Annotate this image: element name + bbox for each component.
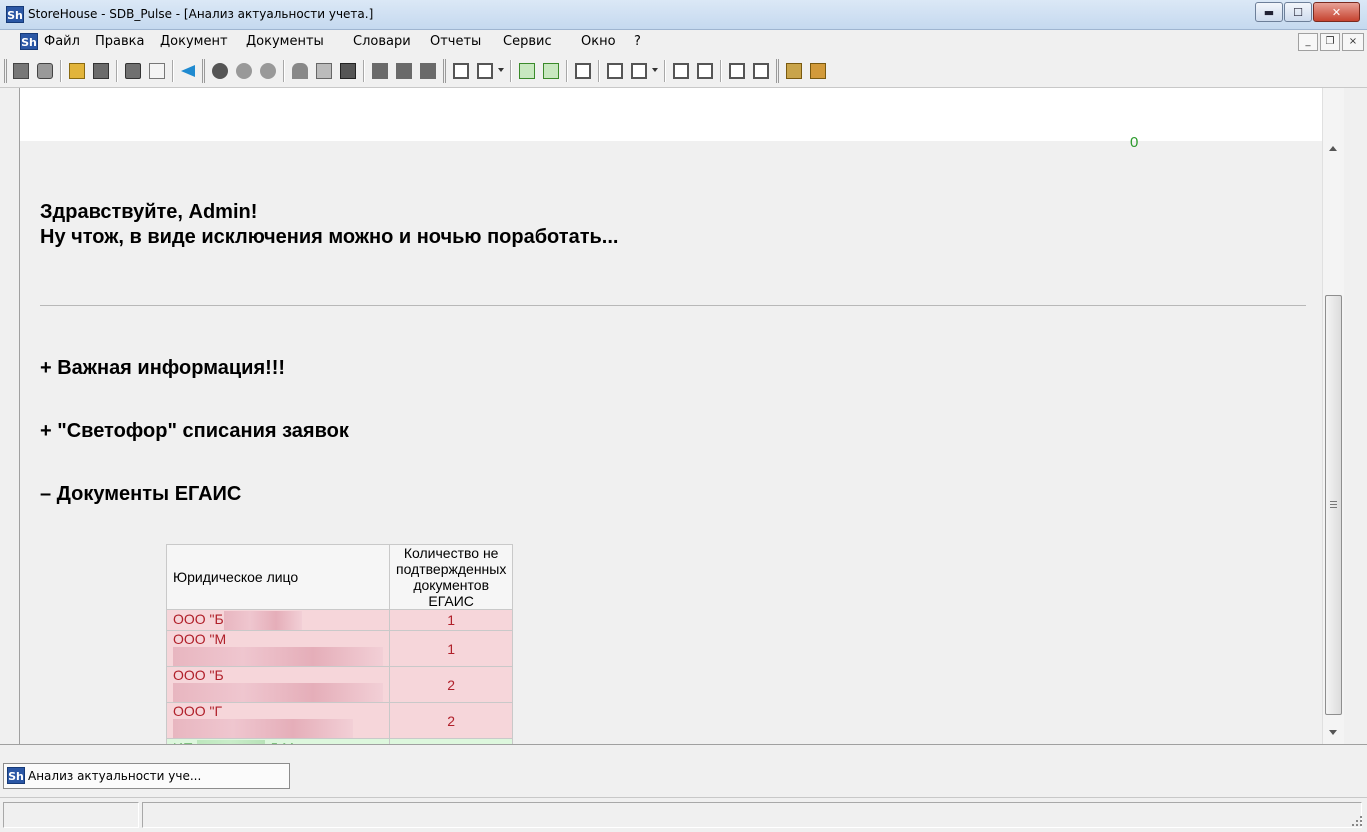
minimize-button[interactable]: ▬: [1255, 2, 1283, 22]
greeting-line-1: Здравствуйте, Admin!: [40, 201, 258, 223]
menu-dictionaries[interactable]: Словари: [353, 34, 411, 49]
transfer-icon[interactable]: [810, 63, 826, 79]
grid-icon[interactable]: [673, 63, 689, 79]
scroll-down-icon[interactable]: [1329, 730, 1337, 735]
grid-add-icon[interactable]: [697, 63, 713, 79]
greeting-line-2: Ну чтож, в виде исключения можно и ночью…: [40, 226, 619, 248]
find-icon[interactable]: [212, 63, 228, 79]
scroll-up-icon[interactable]: [1329, 146, 1337, 151]
menu-window[interactable]: Окно: [581, 34, 616, 49]
close-button[interactable]: ✕: [1313, 2, 1360, 22]
paste-icon[interactable]: [340, 63, 356, 79]
report-icon[interactable]: [607, 63, 623, 79]
redacted-block: [173, 719, 353, 738]
open-folder-icon[interactable]: [69, 63, 85, 79]
menu-document[interactable]: Документ: [160, 34, 228, 49]
copy-icon[interactable]: [316, 63, 332, 79]
menu-documents[interactable]: Документы: [246, 34, 324, 49]
back-arrow-icon[interactable]: [181, 65, 195, 77]
toolbar: [0, 54, 1367, 88]
redacted-block: [173, 683, 383, 702]
table-row[interactable]: ООО "Б 2: [166, 666, 514, 703]
mdi-restore-button[interactable]: ❐: [1320, 33, 1340, 51]
document-list-dropdown-icon[interactable]: [498, 68, 504, 72]
column-header-count: Количество не подтвержденных документов …: [388, 544, 514, 610]
find-next-icon[interactable]: [236, 63, 252, 79]
scroll-thumb[interactable]: [1325, 295, 1342, 715]
unconfirmed-count: 1: [388, 609, 514, 631]
app-logo-icon: Sh: [7, 767, 25, 784]
delete-record-icon[interactable]: [420, 63, 436, 79]
menu-help[interactable]: ?: [634, 34, 641, 49]
mdi-frame-left: [0, 88, 20, 744]
edit-record-icon[interactable]: [396, 63, 412, 79]
section-egais-documents[interactable]: – Документы ЕГАИС: [40, 483, 241, 506]
title-bar: Sh StoreHouse - SDB_Pulse - [Анализ акту…: [0, 0, 1367, 30]
status-panel-2: [142, 802, 1362, 828]
add-record-icon[interactable]: [372, 63, 388, 79]
print-preview-icon[interactable]: [149, 63, 165, 79]
vertical-scrollbar[interactable]: [1322, 88, 1344, 744]
entity-name: ООО "М: [173, 631, 227, 647]
menu-bar: Sh Файл Правка Документ Документы Словар…: [0, 30, 1367, 54]
toolbar-grip[interactable]: [4, 59, 7, 83]
egais-table: Юридическое лицо Количество не подтвержд…: [166, 544, 514, 760]
unconfirmed-count: 2: [388, 666, 514, 703]
menu-reports[interactable]: Отчеты: [430, 34, 481, 49]
window-list-bar: Sh Анализ актуальности уче...: [0, 744, 1367, 797]
maximize-button[interactable]: ☐: [1284, 2, 1312, 22]
approve-icon[interactable]: [519, 63, 535, 79]
resize-grip-icon[interactable]: [1348, 812, 1364, 828]
window-title: StoreHouse - SDB_Pulse - [Анализ актуаль…: [28, 7, 374, 21]
entity-name: ООО "Б: [173, 667, 224, 683]
document-icon[interactable]: [453, 63, 469, 79]
table-header-row: Юридическое лицо Количество не подтвержд…: [166, 544, 514, 610]
top-value: 0: [1130, 134, 1139, 151]
entity-name: ООО "Б: [173, 610, 224, 627]
document-list-icon[interactable]: [477, 63, 493, 79]
report-add-dropdown-icon[interactable]: [652, 68, 658, 72]
cut-icon[interactable]: [292, 63, 308, 79]
table-row[interactable]: ООО "Г 2: [166, 702, 514, 739]
status-panel-1: [3, 802, 139, 828]
unconfirmed-count: 2: [388, 702, 514, 739]
menu-edit[interactable]: Правка: [95, 34, 144, 49]
mdi-frame-right: [1344, 88, 1367, 744]
redacted-block: [223, 610, 302, 630]
list-icon[interactable]: [13, 63, 29, 79]
app-logo-icon: Sh: [6, 6, 24, 23]
save-icon[interactable]: [93, 63, 109, 79]
window-tab-analysis[interactable]: Sh Анализ актуальности уче...: [3, 763, 290, 789]
unconfirmed-count: 1: [388, 630, 514, 667]
menu-file[interactable]: Файл: [44, 34, 80, 49]
grid-view-add-icon[interactable]: [753, 63, 769, 79]
find-previous-icon[interactable]: [260, 63, 276, 79]
report-add-icon[interactable]: [631, 63, 647, 79]
mdi-minimize-button[interactable]: _: [1298, 33, 1318, 51]
table-row[interactable]: ООО "М 1: [166, 630, 514, 667]
divider: [40, 305, 1306, 306]
status-bar: [0, 797, 1367, 832]
section-important-info[interactable]: + Важная информация!!!: [40, 357, 285, 380]
window-tab-label: Анализ актуальности уче...: [28, 769, 202, 783]
redacted-block: [173, 647, 383, 666]
grid-view-icon[interactable]: [729, 63, 745, 79]
approve-all-icon[interactable]: [543, 63, 559, 79]
mdi-app-icon[interactable]: Sh: [20, 33, 38, 50]
section-traffic-light[interactable]: + "Светофор" списания заявок: [40, 420, 349, 443]
properties-icon[interactable]: [37, 63, 53, 79]
column-header-entity: Юридическое лицо: [166, 544, 390, 610]
entity-name: ООО "Г: [173, 703, 223, 719]
mdi-frame-top: [20, 88, 1367, 141]
table-icon[interactable]: [575, 63, 591, 79]
table-row[interactable]: ООО "Б 1: [166, 609, 514, 631]
print-icon[interactable]: [125, 63, 141, 79]
menu-service[interactable]: Сервис: [503, 34, 552, 49]
warehouse-icon[interactable]: [786, 63, 802, 79]
mdi-close-button[interactable]: ×: [1342, 33, 1364, 51]
